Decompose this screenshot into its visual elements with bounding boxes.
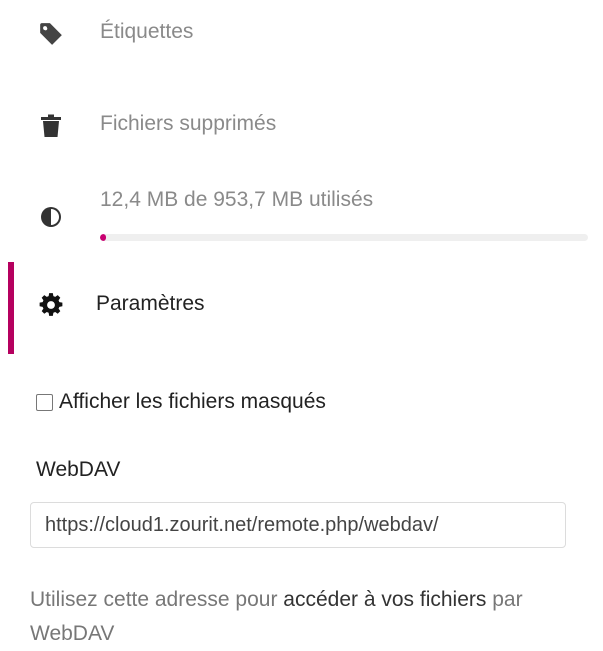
sidebar-item-label: Étiquettes [100,20,194,43]
gear-icon [36,290,66,320]
webdav-help-prefix: Utilisez cette adresse pour [30,588,284,611]
quota-progress-fill [100,234,107,241]
pie-icon [36,202,66,232]
show-hidden-files-option[interactable]: Afficher les fichiers masqués [36,390,326,414]
show-hidden-files-checkbox[interactable] [36,393,53,411]
sidebar-item-deleted-files[interactable]: Fichiers supprimés [0,106,603,146]
sidebar-item-label: Paramètres [96,292,205,315]
webdav-url-field[interactable] [30,502,566,548]
webdav-help-link[interactable]: accéder à vos fichiers [283,588,486,611]
sidebar-item-label: Fichiers supprimés [100,112,277,135]
sidebar-item-settings[interactable]: Paramètres [0,282,603,328]
tag-icon [36,19,66,49]
sidebar-item-tags[interactable]: Étiquettes [0,14,603,54]
trash-icon [36,111,66,141]
webdav-help-text: Utilisez cette adresse pour accéder à vo… [30,583,600,651]
quota-progress-bar [100,234,588,241]
quota-label: 12,4 MB de 953,7 MB utilisés [100,188,374,211]
webdav-heading: WebDAV [36,458,121,481]
show-hidden-files-label: Afficher les fichiers masqués [59,390,326,413]
